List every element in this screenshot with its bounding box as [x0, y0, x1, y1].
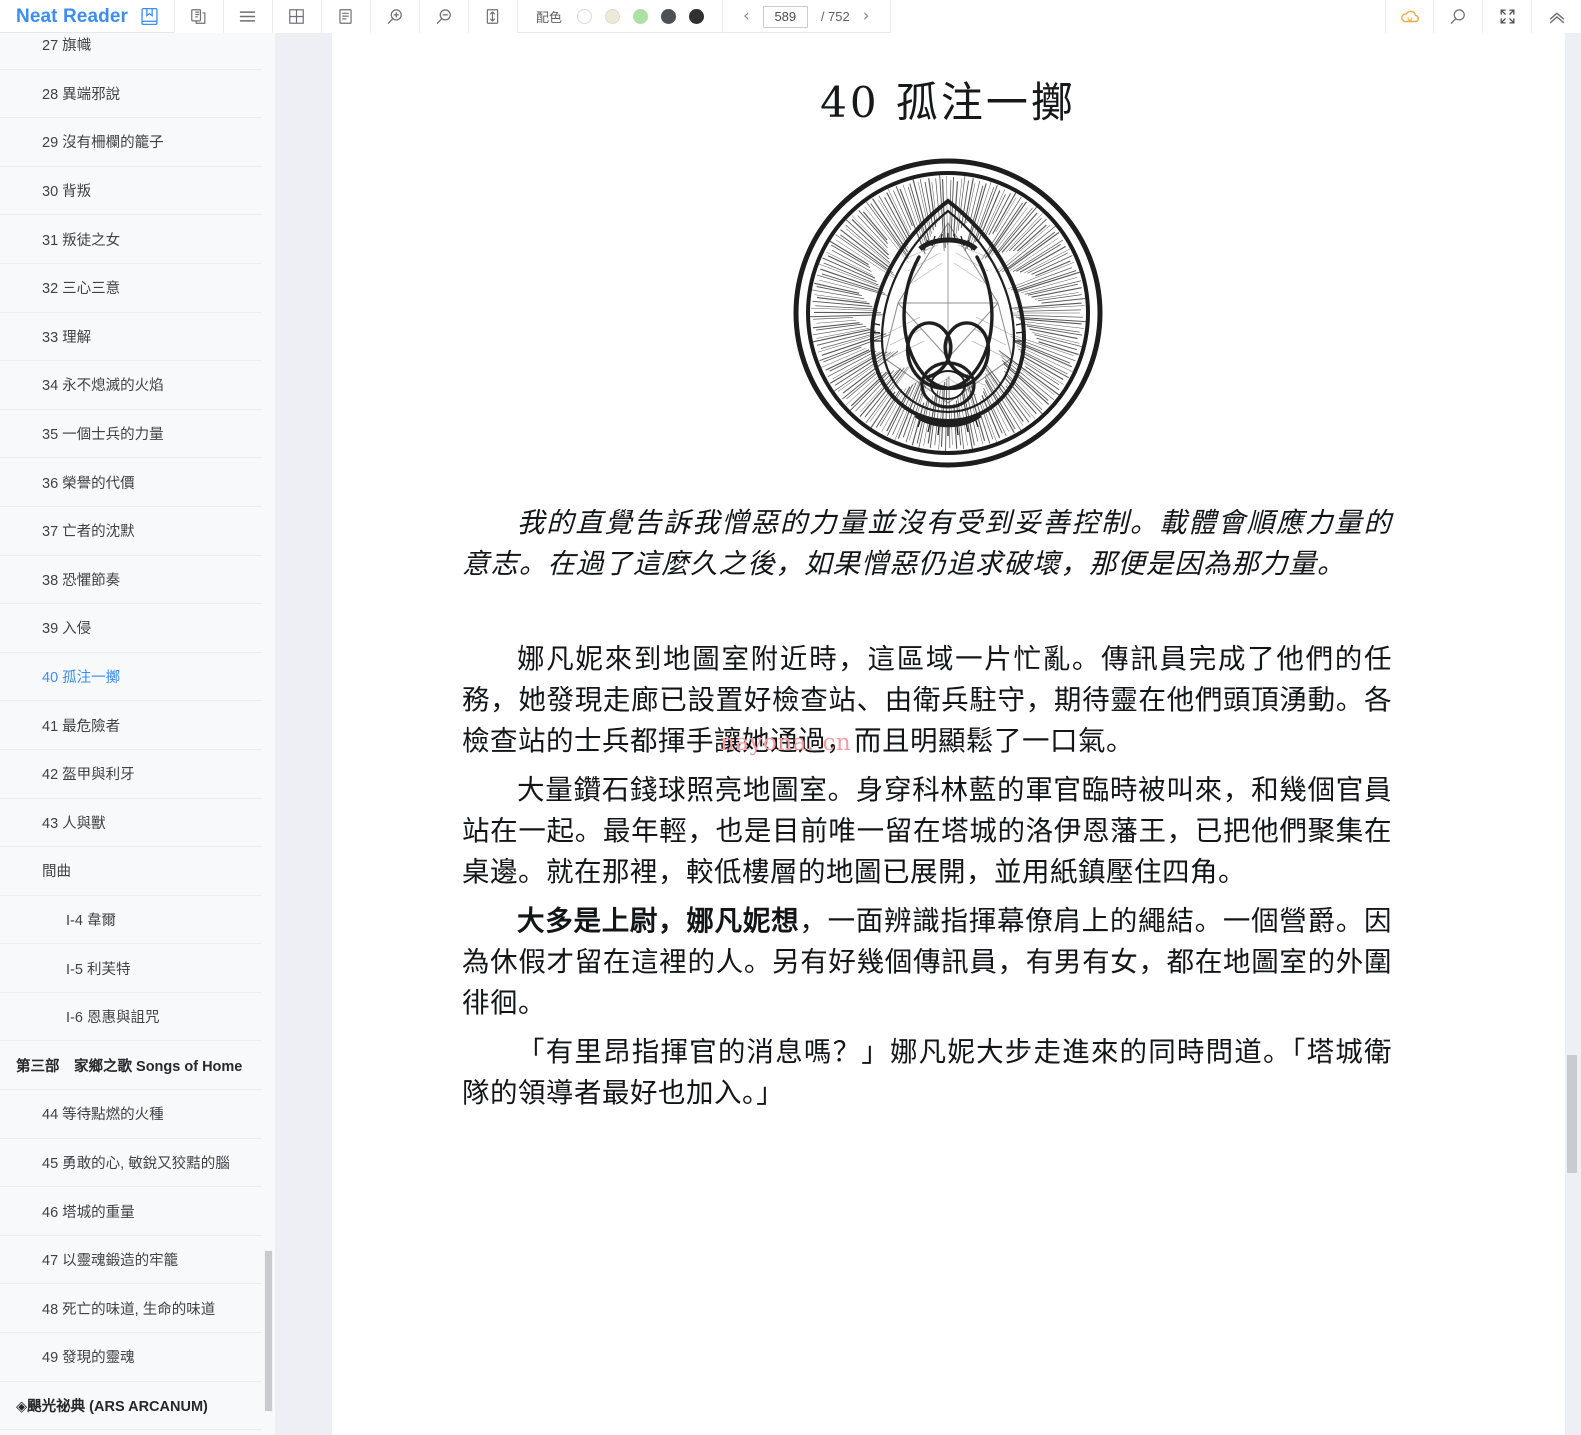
toc-item[interactable]: 30 背叛	[0, 167, 275, 216]
page-total-label: / 752	[820, 9, 850, 24]
swatch-dark-gray[interactable]	[661, 9, 676, 24]
toc-item[interactable]: 31 叛徒之女	[0, 215, 275, 264]
page-scrollbar-thumb[interactable]	[1567, 1055, 1577, 1173]
toolbar-spacer	[890, 0, 1385, 33]
toc-part-heading[interactable]: 第三部 家鄉之歌 Songs of Home	[0, 1041, 275, 1091]
page-scrollbar-track[interactable]	[1565, 33, 1581, 1435]
toc-item[interactable]: I-5 利芙特	[0, 944, 275, 993]
collapse-toolbar-icon[interactable]	[1532, 0, 1581, 33]
app-brand[interactable]: Neat Reader	[0, 0, 175, 33]
bookshelf-icon[interactable]	[139, 6, 160, 27]
epigraph-paragraph: 我的直覺告訴我憎惡的力量並沒有受到妥善控制。載體會順應力量的意志。在過了這麼久之…	[462, 507, 1392, 581]
toc-item[interactable]: 37 亡者的沈默	[0, 507, 275, 556]
paragraph-lead: 大多是上尉，娜凡妮想	[517, 905, 800, 938]
search-icon[interactable]	[1434, 0, 1483, 33]
toc-item[interactable]: 39 入侵	[0, 604, 275, 653]
body-paragraph: 大量鑽石錢球照亮地圖室。身穿科林藍的軍官臨時被叫來，和幾個官員站在一起。最年輕，…	[462, 774, 1392, 889]
swatch-green[interactable]	[633, 9, 648, 24]
toc-item[interactable]: 42 盔甲與利牙	[0, 750, 275, 799]
fullscreen-icon[interactable]	[1483, 0, 1532, 33]
next-page-button[interactable]: ›	[863, 8, 870, 25]
toc-item[interactable]: 36 榮譽的代價	[0, 458, 275, 507]
toc-item[interactable]: 間曲	[0, 847, 275, 896]
reader-viewport: 40 孤注一擲 我的直覺告訴我憎惡的力量並沒有受到妥善控制。載體會順應力量的意志…	[332, 33, 1581, 1435]
body-paragraph: 「有里昂指揮官的消息嗎？」娜凡妮大步走進來的同時問道。「塔城衛隊的領導者最好也加…	[462, 1036, 1392, 1110]
zoom-out-icon[interactable]	[419, 0, 469, 33]
page-title: 40 孤注一擲	[820, 78, 1076, 127]
toc-item[interactable]: 35 一個士兵的力量	[0, 410, 275, 459]
hamburger-menu-icon[interactable]	[223, 0, 273, 33]
swatch-black[interactable]	[689, 9, 704, 24]
toc-item[interactable]: 27 旗幟	[0, 33, 275, 70]
top-toolbar: Neat Reader 配色 ‹ 589 / 752 ›	[0, 0, 1581, 33]
page-number-input[interactable]	[762, 5, 808, 28]
toc-item[interactable]: 41 最危險者	[0, 701, 275, 750]
zoom-in-icon[interactable]	[370, 0, 420, 33]
toc-item[interactable]: 47 以靈魂鍛造的牢籠	[0, 1236, 275, 1285]
toc-sidebar: 27 旗幟 28 異端邪說 29 沒有柵欄的籠子 30 背叛 31 叛徒之女 32 三心三…	[0, 33, 275, 1435]
toc-item[interactable]: 33 理解	[0, 313, 275, 362]
toc-item[interactable]: 45 勇敢的心, 敏銳又狡黠的腦	[0, 1139, 275, 1188]
toc-item[interactable]: 32 三心三意	[0, 264, 275, 313]
toc-part-heading[interactable]: ◈颶光祕典 (ARS ARCANUM)	[0, 1382, 275, 1431]
toc-item[interactable]: 29 沒有柵欄的籠子	[0, 118, 275, 167]
toc-item[interactable]: 28 異端邪說	[0, 70, 275, 119]
toc-item[interactable]: 44 等待點燃的火種	[0, 1090, 275, 1139]
copy-notes-icon[interactable]	[174, 0, 224, 33]
toc-scrollbar-thumb[interactable]	[264, 1250, 273, 1412]
page-gutter	[275, 33, 332, 1435]
toc-item[interactable]: 48 死亡的味道, 生命的味道	[0, 1284, 275, 1334]
line-height-icon[interactable]	[468, 0, 518, 33]
pager: ‹ / 752 ›	[723, 0, 891, 33]
toc-item[interactable]: 49 發現的靈魂	[0, 1333, 275, 1382]
book-page: 40 孤注一擲 我的直覺告訴我憎惡的力量並沒有受到妥善控制。載體會順應力量的意志…	[332, 33, 1564, 1435]
app-brand-label: Neat Reader	[16, 6, 128, 27]
toc-scrollbar-track[interactable]	[262, 33, 275, 1435]
toc-item[interactable]: 34 永不熄滅的火焰	[0, 361, 275, 410]
toc-item[interactable]: I-6 恩惠與詛咒	[0, 993, 275, 1042]
chapter-text: 我的直覺告訴我憎惡的力量並沒有受到妥善控制。載體會順應力量的意志。在過了這麼久之…	[332, 503, 1564, 1114]
swatch-white[interactable]	[577, 9, 592, 24]
prev-page-button[interactable]: ‹	[743, 8, 750, 25]
toc-item[interactable]: 43 人與獸	[0, 799, 275, 848]
toc-item[interactable]: 40 孤注一擲	[0, 653, 275, 702]
toc-item[interactable]: I-4 韋爾	[0, 896, 275, 945]
color-scheme-label: 配色	[535, 10, 562, 25]
cloud-sync-icon[interactable]	[1385, 0, 1434, 33]
body-paragraph: 娜凡妮來到地圖室附近時，這區域一片忙亂。傳訊員完成了他們的任務，她發現走廊已設置…	[462, 643, 1392, 758]
toc-item[interactable]: 46 塔城的重量	[0, 1187, 275, 1236]
grid-layout-icon[interactable]	[272, 0, 322, 33]
body-paragraph: 大多是上尉，娜凡妮想，一面辨識指揮幕僚肩上的繩結。一個營爵。因為休假才留在這裡的…	[462, 901, 1392, 1024]
toc-list: 27 旗幟 28 異端邪說 29 沒有柵欄的籠子 30 背叛 31 叛徒之女 32 三心三…	[0, 33, 275, 1435]
swatch-sepia[interactable]	[605, 9, 620, 24]
color-scheme-group: 配色	[518, 0, 723, 33]
chapter-head-illustration	[793, 158, 1103, 468]
toc-item[interactable]: 38 恐懼節奏	[0, 556, 275, 605]
page-layout-icon[interactable]	[321, 0, 371, 33]
